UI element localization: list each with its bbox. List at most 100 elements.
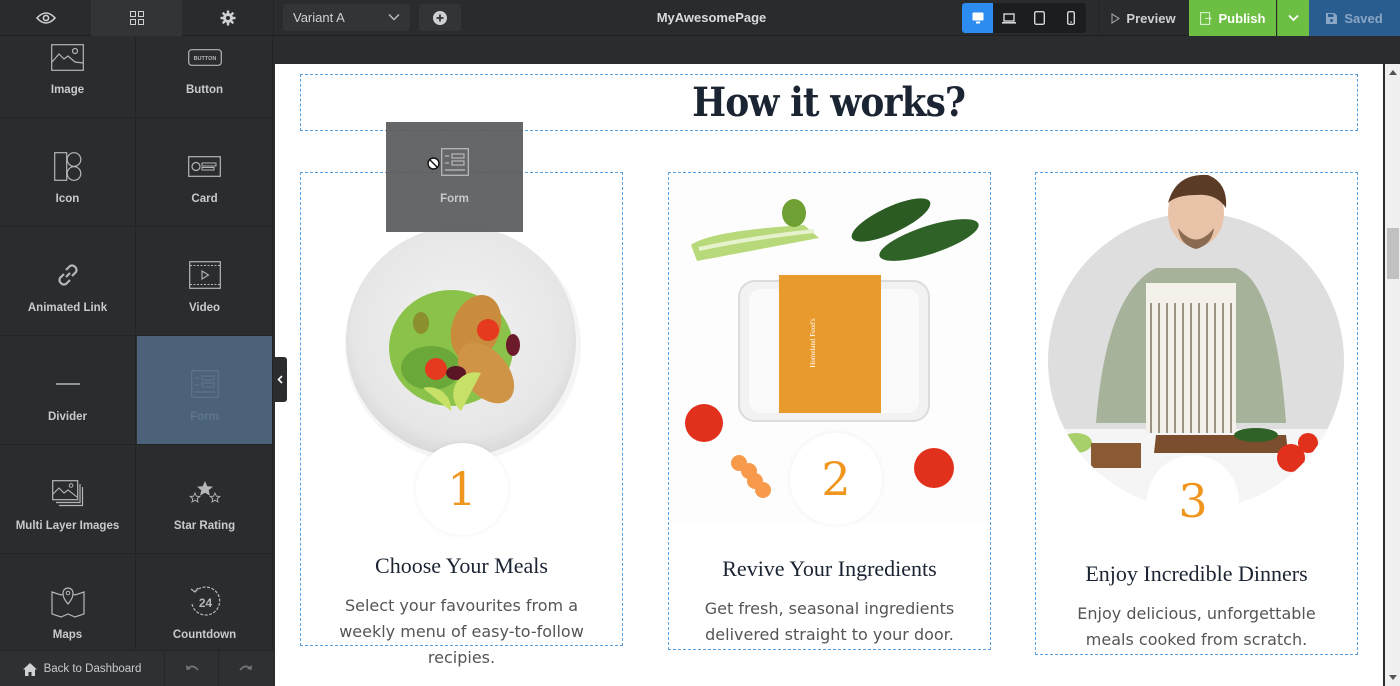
- elements-sidebar: Image BUTTON Button Icon Card Animated L…: [0, 36, 273, 650]
- toolbar-divider: [273, 0, 274, 36]
- add-variant-button[interactable]: [419, 4, 461, 31]
- back-label: Back to Dashboard: [43, 663, 142, 675]
- element-multi-layer-images[interactable]: Multi Layer Images: [0, 445, 136, 554]
- countdown-icon: 24: [190, 586, 220, 616]
- tab-preview-panel[interactable]: [0, 0, 91, 36]
- element-icon[interactable]: Icon: [0, 118, 136, 227]
- element-label: Divider: [48, 411, 87, 423]
- step-description-1: Select your favourites from a weekly men…: [339, 596, 584, 667]
- desktop-icon: [972, 12, 983, 24]
- element-label: Countdown: [172, 629, 237, 641]
- step-card-3[interactable]: 3 Enjoy Incredible Dinners Enjoy delicio…: [1035, 172, 1358, 655]
- element-card[interactable]: Card: [137, 118, 273, 227]
- svg-text:24: 24: [198, 596, 212, 610]
- step-number-3: 3: [1147, 455, 1239, 547]
- element-label: Video: [188, 302, 221, 314]
- button-icon: BUTTON: [187, 48, 222, 66]
- step-number-1: 1: [416, 443, 508, 535]
- form-icon: [190, 370, 219, 398]
- tab-elements-panel[interactable]: [91, 0, 182, 36]
- top-toolbar: Variant A MyAwesomePage Preview Publish …: [0, 0, 1400, 36]
- element-label: Button: [185, 84, 224, 96]
- step-title-2: Revive Your Ingredients: [722, 556, 937, 581]
- element-video[interactable]: Video: [137, 227, 273, 336]
- undo-icon: [185, 665, 199, 671]
- element-button[interactable]: BUTTON Button: [137, 36, 273, 118]
- element-image[interactable]: Image: [0, 36, 136, 118]
- form-icon: [440, 148, 469, 176]
- tab-settings-panel[interactable]: [182, 0, 273, 36]
- device-switcher: [962, 3, 1086, 33]
- mobile-icon: [1066, 11, 1075, 25]
- map-icon: [50, 587, 85, 618]
- multi-image-icon: [51, 479, 83, 506]
- eye-icon: [35, 12, 56, 24]
- variant-select[interactable]: Variant A: [283, 4, 410, 31]
- element-form[interactable]: Form: [137, 336, 273, 445]
- device-desktop-button[interactable]: [962, 3, 993, 33]
- chevron-left-icon: [277, 375, 283, 384]
- publish-label: Publish: [1218, 10, 1266, 26]
- svg-text:Homeland Food's: Homeland Food's: [809, 318, 817, 368]
- element-label: Maps: [52, 629, 83, 641]
- divider-icon: [55, 383, 80, 385]
- scroll-up-arrow-icon[interactable]: [1389, 70, 1397, 75]
- scroll-down-arrow-icon[interactable]: [1389, 675, 1397, 680]
- video-icon: [188, 261, 221, 289]
- preview-button[interactable]: Preview: [1098, 0, 1188, 36]
- step-number-2: 2: [790, 433, 882, 525]
- sidebar-footer: Back to Dashboard: [0, 650, 273, 686]
- card-icon: [188, 155, 221, 177]
- collapse-sidebar-button[interactable]: [273, 357, 287, 402]
- element-label: Icon: [55, 193, 80, 205]
- preview-label: Preview: [1126, 10, 1176, 26]
- step-description-2: Get fresh, seasonal ingredients delivere…: [704, 599, 955, 644]
- element-animated-link[interactable]: Animated Link: [0, 227, 136, 336]
- element-label: Multi Layer Images: [15, 520, 120, 532]
- element-countdown[interactable]: 24 Countdown: [137, 554, 273, 650]
- element-label: Form: [190, 411, 219, 423]
- section-heading: How it works?: [692, 79, 967, 126]
- variant-select-value: Variant A: [293, 10, 345, 25]
- device-tablet-button[interactable]: [1024, 3, 1055, 33]
- publish-button[interactable]: Publish: [1189, 0, 1276, 36]
- step-title-1: Choose Your Meals: [375, 553, 548, 578]
- element-label: Animated Link: [27, 302, 108, 314]
- device-mobile-button[interactable]: [1055, 3, 1086, 33]
- grid-icon: [129, 11, 144, 25]
- scroll-thumb[interactable]: [1387, 228, 1399, 279]
- step-title-3: Enjoy Incredible Dinners: [1085, 561, 1308, 586]
- chevron-down-icon: [388, 14, 400, 21]
- tablet-icon: [1034, 11, 1045, 25]
- gear-icon: [220, 10, 235, 26]
- undo-button[interactable]: [165, 651, 219, 686]
- back-to-dashboard-button[interactable]: Back to Dashboard: [0, 651, 165, 686]
- page-builder-app: Variant A MyAwesomePage Preview Publish …: [0, 0, 1400, 686]
- publish-icon: [1199, 11, 1212, 25]
- saved-status-button[interactable]: Saved: [1309, 0, 1400, 36]
- publish-options-dropdown[interactable]: [1277, 0, 1309, 36]
- drag-preview-form: Form: [386, 122, 523, 232]
- element-maps[interactable]: Maps: [0, 554, 136, 650]
- play-icon: [1111, 12, 1121, 24]
- home-icon: [22, 662, 37, 676]
- floppy-disk-icon: [1326, 12, 1338, 24]
- page-title: MyAwesomePage: [656, 10, 767, 25]
- canvas-scrollbar[interactable]: [1385, 64, 1400, 686]
- element-label: Card: [191, 193, 218, 205]
- element-divider[interactable]: Divider: [0, 336, 136, 445]
- step-description-3: Enjoy delicious, unforgettable meals coo…: [1077, 604, 1316, 649]
- no-drop-cursor-icon: [427, 157, 440, 170]
- star-rating-icon: [188, 481, 221, 503]
- step-card-1[interactable]: 1 Choose Your Meals Select your favourit…: [300, 172, 623, 667]
- step-card-2[interactable]: Homeland Food's 2 Revive Your Ingredient…: [668, 172, 991, 650]
- redo-icon: [239, 665, 252, 671]
- laptop-icon: [1001, 12, 1016, 24]
- redo-button[interactable]: [219, 651, 273, 686]
- saved-label: Saved: [1344, 10, 1383, 26]
- icon-element-icon: [53, 151, 81, 181]
- element-label: Star Rating: [173, 520, 236, 532]
- image-icon: [51, 43, 84, 71]
- device-laptop-button[interactable]: [993, 3, 1024, 33]
- element-star-rating[interactable]: Star Rating: [137, 445, 273, 554]
